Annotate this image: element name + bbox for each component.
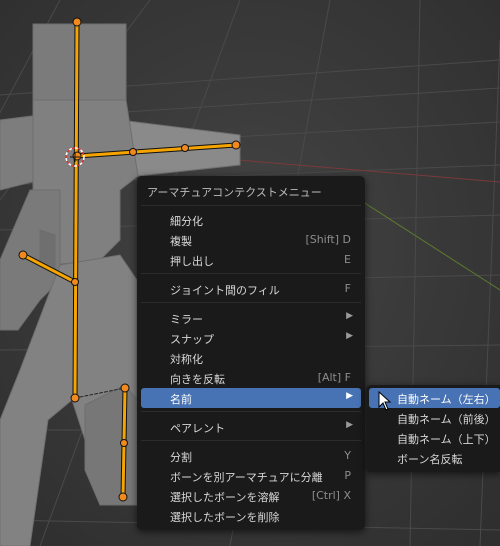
menu-item-label: 選択したボーンを溶解 [170, 491, 280, 504]
submenu-arrow-icon: ▶ [346, 311, 353, 321]
menu-item-extrude[interactable]: 押し出し E [141, 250, 361, 270]
menu-item-shortcut: [Ctrl] X [311, 489, 351, 502]
submenu-item-flip-names[interactable]: ボーン名反転 [369, 448, 500, 468]
menu-item-symmetrize[interactable]: 対称化 [141, 348, 361, 368]
menu-separator [141, 411, 361, 412]
menu-item-label: 自動ネーム（上下） [397, 433, 496, 446]
menu-item-shortcut: Y [344, 449, 351, 462]
menu-separator [141, 273, 361, 274]
submenu-arrow-icon: ▶ [346, 420, 353, 430]
menu-item-label: 自動ネーム（左右） [397, 393, 496, 406]
joint [72, 151, 82, 161]
menu-item-label: 複製 [170, 235, 192, 248]
joint [231, 140, 241, 150]
menu-item-label: ペアレント [170, 422, 225, 435]
menu-item-duplicate[interactable]: 複製 [Shift] D [141, 230, 361, 250]
menu-item-shortcut: [Shift] D [305, 233, 351, 246]
menu-item-shortcut: P [344, 469, 351, 482]
mouse-pointer-icon [378, 391, 392, 411]
bone-spine-fill [73, 20, 79, 400]
submenu-arrow-icon: ▶ [346, 391, 353, 401]
menu-item-parent[interactable]: ペアレント ▶ [141, 417, 361, 437]
menu-item-label: 細分化 [170, 215, 203, 228]
menu-item-shortcut: F [344, 282, 351, 295]
menu-item-label: スナップ [170, 333, 214, 346]
joint [129, 148, 137, 156]
menu-separator [141, 440, 361, 441]
menu-item-label: 押し出し [170, 255, 214, 268]
menu-item-dissolve-bones[interactable]: 選択したボーンを溶解 [Ctrl] X [141, 486, 361, 506]
menu-item-split[interactable]: 分割 Y [141, 446, 361, 466]
joint [18, 250, 28, 260]
menu-item-names[interactable]: 名前 ▶ [141, 388, 361, 408]
menu-item-fill-between-joints[interactable]: ジョイント間のフィル F [141, 279, 361, 299]
joint [72, 17, 82, 27]
menu-item-separate-bones[interactable]: ボーンを別アーマチュアに分離 P [141, 466, 361, 486]
joint [118, 492, 128, 502]
joint [120, 383, 130, 393]
armature-context-menu: アーマチュアコンテクストメニュー 細分化 複製 [Shift] D 押し出し E… [137, 176, 365, 530]
submenu-item-autoname-top-bottom[interactable]: 自動ネーム（上下） [369, 428, 500, 448]
menu-item-label: 名前 [170, 393, 192, 406]
menu-title: アーマチュアコンテクストメニュー [147, 186, 322, 199]
joint [71, 278, 79, 286]
menu-item-delete-bones[interactable]: 選択したボーンを削除 [141, 506, 361, 526]
menu-item-snap[interactable]: スナップ ▶ [141, 328, 361, 348]
joint [181, 144, 189, 152]
joint [70, 393, 80, 403]
menu-item-label: ボーンを別アーマチュアに分離 [170, 471, 323, 484]
menu-item-label: 分割 [170, 451, 192, 464]
menu-item-label: ミラー [170, 313, 203, 326]
menu-item-mirror[interactable]: ミラー ▶ [141, 308, 361, 328]
menu-item-label: ジョイント間のフィル [170, 284, 280, 297]
menu-item-label: 選択したボーンを削除 [170, 511, 280, 524]
submenu-item-autoname-front-back[interactable]: 自動ネーム（前後） [369, 408, 500, 428]
menu-item-shortcut: [Alt] F [317, 371, 351, 384]
menu-separator [141, 302, 361, 303]
menu-item-label: 対称化 [170, 353, 203, 366]
joint [120, 439, 128, 447]
submenu-arrow-icon: ▶ [346, 331, 353, 341]
menu-item-shortcut: E [344, 253, 351, 266]
menu-separator [141, 205, 361, 206]
menu-item-switch-direction[interactable]: 向きを反転 [Alt] F [141, 368, 361, 388]
menu-item-label: 向きを反転 [170, 373, 225, 386]
menu-item-label: 自動ネーム（前後） [397, 413, 496, 426]
menu-item-subdivide[interactable]: 細分化 [141, 210, 361, 230]
menu-item-label: ボーン名反転 [397, 453, 463, 466]
